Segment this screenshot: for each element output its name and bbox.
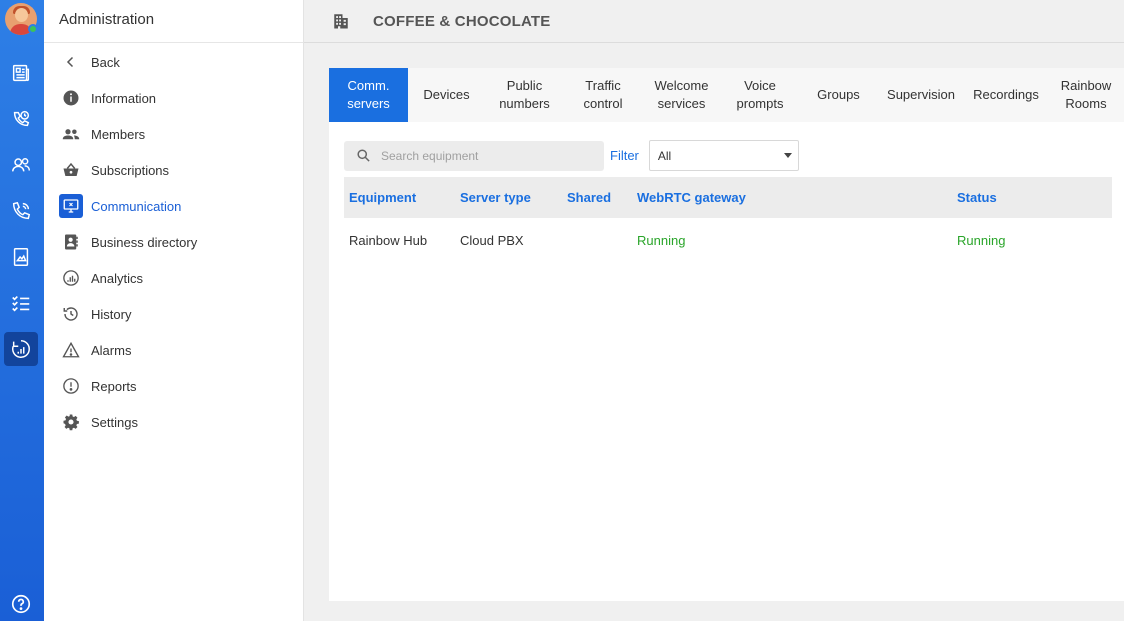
gear-icon (60, 411, 82, 433)
phone-icon (12, 201, 31, 220)
sidebar-item-communication[interactable]: Communication (44, 188, 303, 224)
search-input[interactable] (381, 148, 591, 163)
rail-files-button[interactable] (4, 240, 38, 274)
tab-supervision[interactable]: Supervision (878, 68, 964, 122)
tab-recordings[interactable]: Recordings (964, 68, 1048, 122)
column-header-equipment[interactable]: Equipment (344, 190, 460, 205)
sidebar-item-label: Information (91, 90, 157, 106)
contacts-icon (12, 158, 30, 172)
file-icon (13, 248, 29, 266)
sidebar-item-label: Subscriptions (91, 162, 170, 178)
tab-bar: Comm. servers Devices Public numbers Tra… (329, 68, 1124, 122)
checklist-icon (12, 295, 30, 312)
sidebar-item-label: Reports (91, 378, 137, 394)
column-header-status[interactable]: Status (957, 190, 1107, 205)
basket-icon (60, 159, 82, 181)
rail-contacts-button[interactable] (4, 148, 38, 182)
sidebar-item-label: Alarms (91, 342, 132, 358)
sidebar-item-members[interactable]: Members (44, 116, 303, 152)
page-header: COFFEE & CHOCOLATE (304, 0, 1124, 43)
rail-telephony-button[interactable] (4, 194, 38, 228)
cell-equipment: Rainbow Hub (349, 232, 428, 248)
filter-selected-value: All (657, 148, 672, 163)
table-row[interactable]: Rainbow Hub Cloud PBX Running Running (344, 218, 1112, 262)
rail-admin-button[interactable] (4, 332, 38, 366)
tab-groups[interactable]: Groups (799, 68, 878, 122)
cell-webrtc-gateway: Running (637, 232, 686, 248)
sidebar-item-reports[interactable]: Reports (44, 368, 303, 404)
building-icon (334, 14, 348, 29)
info-icon (60, 87, 82, 109)
filter-label: Filter (610, 148, 639, 163)
analytics-icon (60, 267, 82, 289)
sidebar-item-subscriptions[interactable]: Subscriptions (44, 152, 303, 188)
sidebar-item-alarms[interactable]: Alarms (44, 332, 303, 368)
news-icon (12, 64, 30, 82)
tab-rainbow-rooms[interactable]: Rainbow Rooms (1048, 68, 1124, 122)
admin-nav: Back Information Members Subscriptions C… (44, 43, 303, 440)
sidebar-item-label: Analytics (91, 270, 144, 286)
sidebar-item-information[interactable]: Information (44, 80, 303, 116)
equipment-table: Equipment Server type Shared WebRTC gate… (344, 177, 1112, 262)
app-rail (0, 0, 44, 621)
directory-icon (60, 231, 82, 253)
members-icon (60, 123, 82, 145)
column-header-webrtc-gateway[interactable]: WebRTC gateway (637, 190, 957, 205)
sidebar-item-history[interactable]: History (44, 296, 303, 332)
sidebar-item-label: Members (91, 126, 146, 142)
warning-icon (60, 339, 82, 361)
filter-select[interactable]: All (648, 140, 799, 171)
sidebar-item-label: Business directory (91, 234, 198, 250)
tab-traffic-control[interactable]: Traffic control (564, 68, 642, 122)
communication-icon (59, 194, 83, 218)
chevron-left-icon (60, 51, 82, 73)
tab-voice-prompts[interactable]: Voice prompts (721, 68, 799, 122)
page-title: COFFEE & CHOCOLATE (373, 12, 551, 30)
search-icon (357, 149, 370, 162)
tab-devices[interactable]: Devices (408, 68, 485, 122)
sidebar-item-label: History (91, 306, 132, 322)
sidebar-item-back[interactable]: Back (44, 44, 303, 80)
admin-dashboard-icon (12, 340, 30, 358)
report-icon (60, 375, 82, 397)
rail-help-button[interactable] (4, 587, 38, 621)
cell-server-type: Cloud PBX (460, 232, 524, 248)
tab-welcome-services[interactable]: Welcome services (642, 68, 721, 122)
sidebar-item-business-directory[interactable]: Business directory (44, 224, 303, 260)
column-header-server-type[interactable]: Server type (460, 190, 567, 205)
tab-public-numbers[interactable]: Public numbers (485, 68, 564, 122)
sidebar-item-label: Settings (91, 414, 138, 430)
history-icon (60, 303, 82, 325)
help-icon (11, 594, 31, 614)
sidebar-item-label: Communication (91, 198, 182, 214)
table-toolbar: Filter All (344, 140, 799, 171)
rail-recent-calls-button[interactable] (4, 102, 38, 136)
recent-calls-icon (13, 110, 30, 127)
content-panel: Comm. servers Devices Public numbers Tra… (329, 68, 1124, 601)
presence-online-indicator (28, 24, 38, 34)
panel-footer-space (329, 601, 1124, 621)
rail-news-button[interactable] (4, 56, 38, 90)
cell-status: Running (957, 232, 1006, 248)
admin-sidebar: Administration Back Information Members … (44, 0, 304, 621)
rail-tasks-button[interactable] (4, 286, 38, 320)
sidebar-item-label: Back (91, 54, 120, 70)
column-header-shared[interactable]: Shared (567, 190, 637, 205)
tab-comm-servers[interactable]: Comm. servers (329, 68, 408, 122)
caret-down-icon (783, 153, 792, 158)
sidebar-item-analytics[interactable]: Analytics (44, 260, 303, 296)
sidebar-item-settings[interactable]: Settings (44, 404, 303, 440)
sidebar-title: Administration (44, 0, 303, 43)
table-header-row: Equipment Server type Shared WebRTC gate… (344, 177, 1112, 218)
search-box (344, 140, 604, 171)
